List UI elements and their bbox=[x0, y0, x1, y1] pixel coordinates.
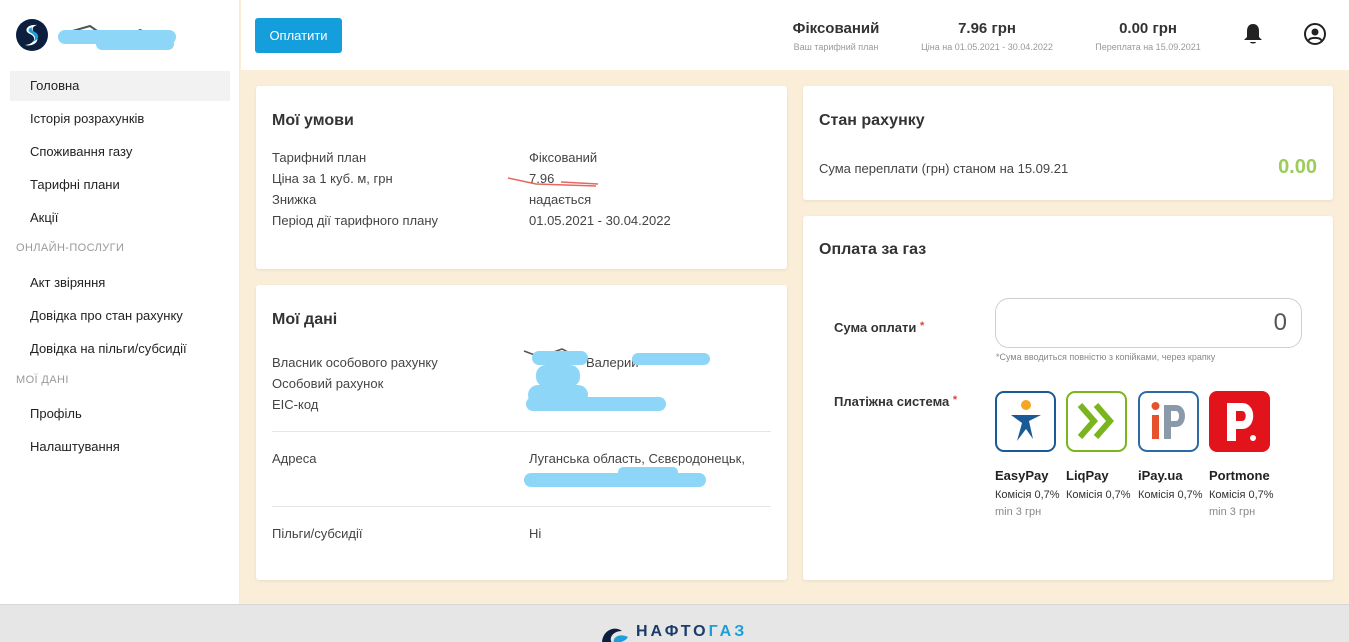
stat-price: 7.96 грн Ціна на 01.05.2021 - 30.04.2022 bbox=[917, 20, 1057, 52]
section-online-services: Онлайн-послуги bbox=[16, 242, 125, 254]
account-number-label: Особовий рахунок bbox=[272, 376, 384, 391]
portmone-logo-icon bbox=[1209, 391, 1270, 452]
stat-value: 7.96 грн bbox=[958, 20, 1016, 37]
sidebar-item-tariffs[interactable]: Тарифні плани bbox=[10, 170, 230, 200]
footer-brand-main: НАФТО bbox=[636, 623, 709, 640]
benefits-value: Ні bbox=[529, 526, 542, 541]
redacted-name-scribble bbox=[58, 24, 176, 50]
sidebar-item-promotions[interactable]: Акції bbox=[10, 203, 230, 233]
topbar: Оплатити Фіксований Ваш тарифний план 7.… bbox=[241, 0, 1349, 70]
payment-option-easypay[interactable]: EasyPay Комісія 0,7% min 3 грн bbox=[995, 391, 1067, 518]
discount-label: Знижка bbox=[272, 192, 317, 207]
sum-label: Сума оплати * bbox=[834, 320, 924, 335]
stat-tariff-plan: Фіксований Ваш тарифний план bbox=[791, 20, 881, 52]
required-mark: * bbox=[920, 320, 925, 332]
sum-input[interactable] bbox=[995, 298, 1302, 348]
card-title: Мої умови bbox=[272, 112, 354, 129]
divider bbox=[272, 506, 771, 507]
stat-value: Фіксований bbox=[792, 20, 880, 37]
payment-min: min 3 грн bbox=[1209, 506, 1256, 518]
sidebar-item-home[interactable]: Головна bbox=[10, 71, 230, 101]
payment-name: EasyPay bbox=[995, 468, 1049, 483]
owner-value: Валерий bbox=[586, 355, 639, 370]
owner-label: Власник особового рахунку bbox=[272, 355, 438, 370]
tariff-plan-label: Тарифний план bbox=[272, 150, 367, 165]
naftogaz-footer-logo-icon bbox=[602, 628, 628, 642]
footer-brand: НАФТОГАЗ bbox=[636, 623, 747, 641]
conditions-card: Мої умови Тарифний план Фіксований Ціна … bbox=[256, 86, 787, 269]
payment-fee: Комісія 0,7% bbox=[1066, 489, 1131, 501]
stat-value: 0.00 грн bbox=[1119, 20, 1177, 37]
period-label: Період дії тарифного плану bbox=[272, 213, 438, 228]
payment-min: min 3 грн bbox=[995, 506, 1042, 518]
sidebar-item-consumption[interactable]: Споживання газу bbox=[10, 137, 230, 167]
section-my-data: Мої дані bbox=[16, 374, 69, 386]
sidebar-item-history[interactable]: Історія розрахунків bbox=[10, 104, 230, 134]
payment-system-label: Платіжна система * bbox=[834, 394, 957, 409]
address-value: Луганська область, Сєвєродонецьк, bbox=[529, 451, 745, 466]
stat-label: Ваш тарифний план bbox=[793, 42, 879, 52]
sidebar: Головна Історія розрахунків Споживання г… bbox=[0, 0, 240, 604]
sidebar-item-reconciliation[interactable]: Акт звіряння bbox=[10, 268, 230, 298]
address-label: Адреса bbox=[272, 451, 317, 466]
account-status-card: Стан рахунку Сума переплати (грн) станом… bbox=[803, 86, 1333, 200]
stat-overpayment: 0.00 грн Переплата на 15.09.2021 bbox=[1093, 20, 1203, 52]
eic-value: 599908 bbox=[611, 397, 655, 412]
payment-fee: Комісія 0,7% bbox=[1138, 489, 1203, 501]
period-value: 01.05.2021 - 30.04.2022 bbox=[529, 213, 671, 228]
benefits-label: Пільги/субсидії bbox=[272, 526, 363, 541]
payment-name: LiqPay bbox=[1066, 468, 1109, 483]
mydata-card: Мої дані Власник особового рахунку Валер… bbox=[256, 285, 787, 580]
divider bbox=[272, 431, 771, 432]
easypay-logo-icon bbox=[995, 391, 1056, 452]
footer: НАФТОГАЗ bbox=[0, 604, 1349, 642]
card-title: Мої дані bbox=[272, 311, 338, 328]
required-mark: * bbox=[952, 394, 958, 406]
tariff-plan-value: Фіксований bbox=[529, 150, 598, 165]
user-icon[interactable] bbox=[1303, 22, 1327, 46]
naftogaz-logo-icon[interactable] bbox=[15, 18, 49, 52]
liqpay-logo-icon bbox=[1066, 391, 1127, 452]
sum-hint: *Сума вводиться повністю з копійками, че… bbox=[996, 352, 1216, 362]
pay-button[interactable]: Оплатити bbox=[255, 18, 342, 53]
main-content: Мої умови Тарифний план Фіксований Ціна … bbox=[241, 70, 1349, 604]
overpayment-label: Сума переплати (грн) станом на 15.09.21 bbox=[819, 161, 1069, 176]
discount-value: надається bbox=[529, 192, 592, 207]
sidebar-item-settings[interactable]: Налаштування bbox=[10, 432, 230, 462]
payment-name: Portmone bbox=[1209, 468, 1270, 483]
footer-brand-accent: ГАЗ bbox=[708, 623, 748, 640]
redacted-address-scribble bbox=[524, 467, 706, 487]
card-title: Оплата за газ bbox=[819, 241, 927, 258]
payment-fee: Комісія 0,7% bbox=[995, 489, 1060, 501]
payment-name: iPay.ua bbox=[1138, 468, 1183, 483]
payment-fee: Комісія 0,7% bbox=[1209, 489, 1274, 501]
gas-payment-card: Оплата за газ Сума оплати * *Сума вводит… bbox=[803, 216, 1333, 580]
sum-label-text: Сума оплати bbox=[834, 320, 917, 335]
sidebar-item-account-certificate[interactable]: Довідка про стан рахунку bbox=[10, 301, 230, 331]
ipay-logo-icon bbox=[1138, 391, 1199, 452]
sidebar-item-benefits-certificate[interactable]: Довідка на пільги/субсидії bbox=[10, 334, 230, 364]
eic-label: EIC-код bbox=[272, 397, 319, 412]
logo-area bbox=[0, 0, 239, 70]
payment-system-label-text: Платіжна система bbox=[834, 394, 950, 409]
payment-option-liqpay[interactable]: LiqPay Комісія 0,7% bbox=[1066, 391, 1138, 506]
stat-label: Переплата на 15.09.2021 bbox=[1095, 42, 1201, 52]
price-value: 7.96 bbox=[529, 171, 555, 186]
stat-label: Ціна на 01.05.2021 - 30.04.2022 bbox=[921, 42, 1053, 52]
card-title: Стан рахунку bbox=[819, 112, 925, 129]
overpayment-value: 0.00 bbox=[1278, 156, 1317, 178]
price-label: Ціна за 1 куб. м, грн bbox=[272, 171, 393, 186]
payment-option-ipay[interactable]: iPay.ua Комісія 0,7% bbox=[1138, 391, 1210, 506]
sidebar-item-profile[interactable]: Профіль bbox=[10, 399, 230, 429]
payment-option-portmone[interactable]: Portmone Комісія 0,7% min 3 грн bbox=[1209, 391, 1281, 518]
bell-icon[interactable] bbox=[1241, 22, 1265, 46]
